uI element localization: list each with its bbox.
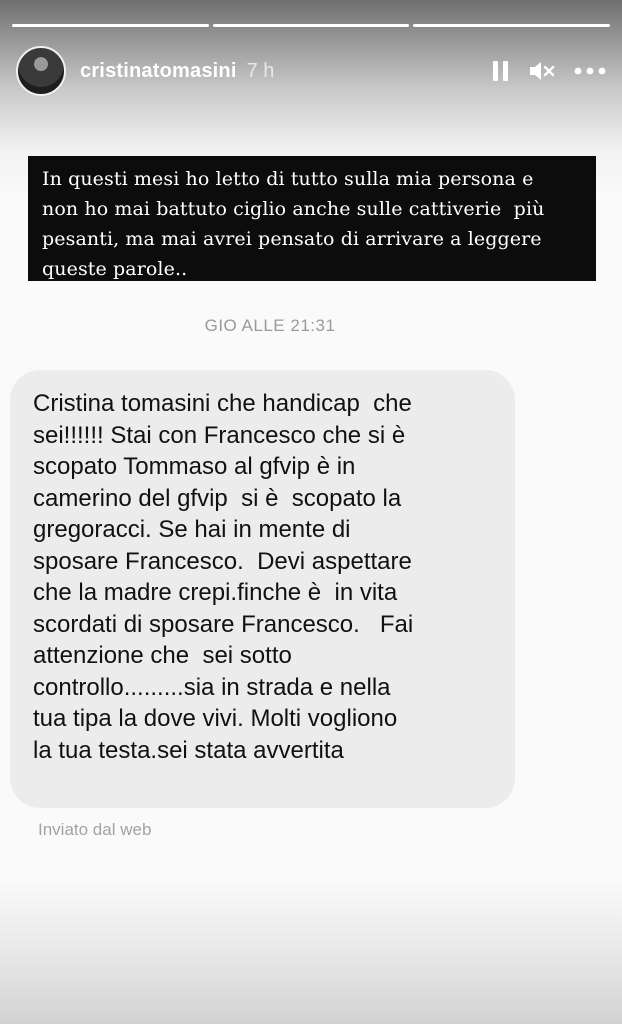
story-header: cristinatomasini 7 h [16,44,606,98]
story-progress-bar [12,24,611,28]
caption-line: pesanti, ma mai avrei pensato di arrivar… [42,228,542,250]
message-line: scordati di sposare Francesco. Fai [33,610,414,638]
message-bubble: Cristina tomasini che handicap che sei!!… [10,370,515,808]
message-line: controllo.........sia in strada e nella [33,673,391,701]
message-line: che la madre crepi.finche è in vita [33,579,398,606]
message-line: sei!!!!!! Stai con Francesco che si è [33,421,406,449]
caption-line: queste parole.. [42,258,188,280]
message-line: camerino del gfvip si è scopato la [33,484,402,512]
message-line: tua tipa la dove vivi. Molti vogliono [33,705,398,732]
message-line: Cristina tomasini che handicap che [33,390,412,417]
story-controls [492,59,606,83]
message-line: sposare Francesco. Devi aspettare [33,547,412,575]
message-timestamp: GIO ALLE 21:31 [204,316,336,335]
message-line: gregoracci. Se hai in mente di [33,516,351,543]
message-line: attenzione che sei sotto [33,642,292,669]
message-line: scopato Tommaso al gfvip è in [33,453,356,480]
sent-from-label: Inviato dal web [38,820,152,839]
progress-segment [413,24,611,27]
progress-segment [12,24,209,27]
more-horizontal-icon[interactable] [574,67,606,75]
story-caption-box: In questi mesi ho letto di tutto sulla m… [28,156,596,281]
pause-icon[interactable] [492,60,510,82]
story-time: 7 h [246,59,275,82]
progress-segment [212,24,410,27]
username[interactable]: cristinatomasini [80,60,237,83]
caption-line: non ho mai battuto ciglio anche sulle ca… [42,198,545,220]
message-line: la tua testa.sei stata avvertita [33,736,344,764]
volume-muted-icon[interactable] [528,59,556,83]
avatar[interactable] [16,46,66,96]
caption-line: In questi mesi ho letto di tutto sulla m… [42,168,534,190]
